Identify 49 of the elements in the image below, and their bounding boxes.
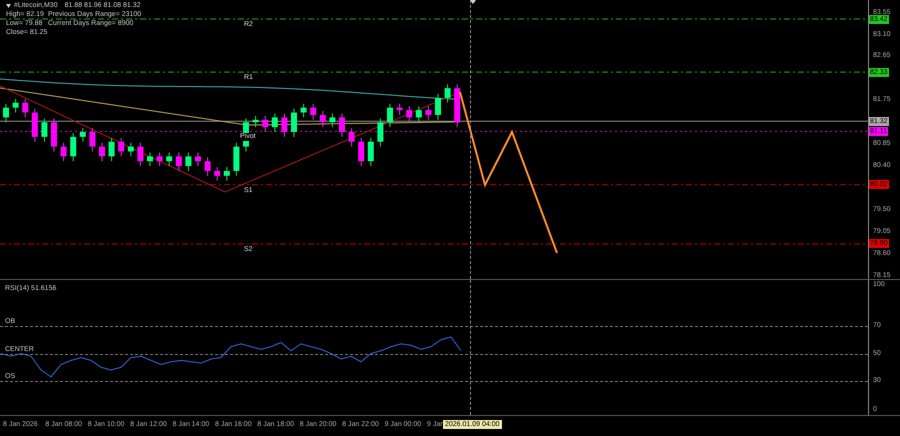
candlestick	[272, 112, 278, 132]
candlestick	[147, 152, 153, 167]
candlestick	[329, 112, 336, 128]
candlestick	[291, 108, 297, 138]
candlestick	[89, 128, 96, 152]
candlestick	[310, 103, 316, 120]
triangle-marker-icon	[470, 0, 476, 4]
candlestick	[339, 112, 345, 138]
collapse-triangle-icon[interactable]	[6, 4, 11, 8]
candlestick	[22, 98, 28, 118]
candlestick	[406, 106, 412, 123]
candlestick	[377, 118, 384, 148]
candlestick	[12, 98, 19, 113]
candlestick	[387, 103, 393, 128]
candlestick	[368, 137, 374, 167]
candlestick	[51, 118, 57, 152]
candlestick	[108, 137, 115, 162]
candlestick	[425, 106, 432, 120]
candlestick	[224, 166, 230, 182]
candlestick	[358, 137, 364, 167]
candlestick	[281, 112, 288, 138]
candlestick	[416, 106, 422, 123]
candlestick	[233, 142, 240, 176]
candlestick	[444, 84, 451, 104]
candlestick	[195, 152, 201, 167]
candlestick	[70, 132, 76, 162]
candlestick	[396, 103, 403, 116]
candlestick	[99, 142, 105, 162]
candlestick	[32, 108, 38, 142]
candlestick	[214, 166, 220, 182]
candlestick	[454, 84, 460, 128]
candlestick	[3, 103, 9, 123]
candlestick	[60, 142, 67, 162]
candlestick	[176, 152, 182, 172]
candlestick	[118, 137, 124, 157]
candlestick	[435, 94, 441, 120]
candlestick	[166, 152, 172, 167]
candlestick	[204, 156, 211, 176]
candlestick	[185, 152, 192, 172]
candlestick	[156, 152, 163, 167]
candlestick	[41, 118, 48, 142]
candlestick	[128, 142, 134, 157]
candlestick	[80, 128, 86, 142]
candlestick	[348, 128, 355, 148]
candlestick	[137, 142, 144, 167]
candlestick	[320, 110, 326, 128]
candlestick	[262, 115, 268, 132]
candlestick	[252, 115, 259, 128]
candlestick	[300, 103, 307, 118]
